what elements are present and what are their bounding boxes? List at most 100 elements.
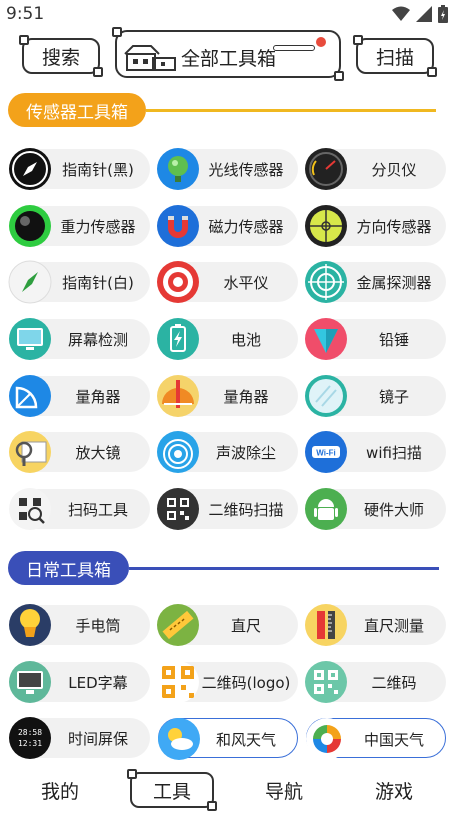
flashlight-icon: [9, 604, 51, 646]
tool-light-sensor[interactable]: 光线传感器: [157, 148, 298, 190]
tool-qr-scan[interactable]: 二维码扫描: [157, 488, 298, 530]
tool-label: 指南针(白): [62, 273, 134, 292]
tool-gravity-sensor[interactable]: 重力传感器: [9, 205, 150, 247]
tool-protractor-1[interactable]: 量角器: [9, 375, 150, 417]
tab-games[interactable]: 游戏: [352, 772, 436, 808]
wifi-icon: Wi-Fi: [305, 431, 347, 473]
scan-label: 扫描: [375, 46, 414, 69]
tool-label: 直尺测量: [363, 616, 424, 635]
tool-led-marquee[interactable]: LED字幕: [9, 661, 150, 703]
tool-plumb-bob[interactable]: 铅锤: [305, 318, 446, 360]
tab-tools[interactable]: 工具: [127, 769, 217, 811]
tool-label: 二维码扫描: [208, 500, 284, 519]
tool-decibel[interactable]: 分贝仪: [305, 148, 446, 190]
tool-label: 中国天气: [363, 730, 424, 749]
clock-screen-icon: 28:58 12:31: [9, 717, 51, 759]
tool-label: 指南针(黑): [62, 160, 134, 179]
tool-hardware-master[interactable]: 硬件大师: [305, 488, 446, 530]
qr-scan-icon: [9, 488, 51, 530]
mirror-icon: [305, 375, 347, 417]
tool-label: 量角器: [223, 387, 269, 406]
tool-sound-dust[interactable]: 声波除尘: [157, 431, 298, 473]
tool-label: 重力传感器: [60, 217, 136, 236]
ruler-measure-icon: [305, 604, 347, 646]
tool-compass-black[interactable]: 指南针(黑): [9, 148, 150, 190]
china-weather-icon: [306, 718, 348, 760]
tool-screen-test[interactable]: 屏幕检测: [9, 318, 150, 360]
tool-label: 硬件大师: [363, 500, 424, 519]
tool-qr-logo[interactable]: 二维码(logo): [157, 661, 298, 703]
svg-text:12:31: 12:31: [18, 739, 42, 748]
tool-label: 水平仪: [223, 273, 269, 292]
tool-label: 二维码(logo): [201, 673, 291, 692]
bottom-tab-bar: 我的 工具 导航 游戏: [0, 758, 458, 820]
protractor-orange-icon: [157, 375, 199, 417]
decibel-meter-icon: [305, 148, 347, 190]
compass-white-icon: [8, 260, 52, 304]
ruler-icon: [157, 604, 199, 646]
all-tools-button[interactable]: 全部工具箱: [112, 27, 344, 81]
tool-label: 二维码: [371, 673, 417, 692]
battery-icon: [157, 318, 199, 360]
tool-label: 磁力传感器: [208, 217, 284, 236]
wifi-signal-icon: [392, 6, 410, 21]
qr-generate-icon: [305, 661, 347, 703]
house-icon: [124, 45, 176, 71]
section-header-daily: 日常工具箱: [8, 551, 439, 585]
tool-label: 量角器: [75, 387, 121, 406]
radar-icon: [305, 261, 347, 303]
tab-navigation[interactable]: 导航: [242, 772, 326, 808]
svg-text:28:58: 28:58: [18, 728, 42, 737]
compass-black-icon: [9, 148, 51, 190]
tool-label: 镜子: [378, 387, 409, 406]
target-icon: [157, 261, 199, 303]
tool-hefeng-weather[interactable]: 和风天气: [158, 718, 298, 760]
tool-qr-generate[interactable]: 二维码: [305, 661, 446, 703]
tool-direction-sensor[interactable]: 方向传感器: [305, 205, 446, 247]
tool-battery[interactable]: 电池: [157, 318, 298, 360]
tool-ruler-measure[interactable]: 直尺测量: [305, 604, 446, 646]
tool-flashlight[interactable]: 手电筒: [9, 604, 150, 646]
search-button[interactable]: 搜索: [19, 35, 103, 77]
tool-compass-white[interactable]: 指南针(白): [8, 260, 150, 304]
section-header-sensors: 传感器工具箱: [8, 93, 436, 127]
tool-protractor-2[interactable]: 量角器: [157, 375, 298, 417]
tool-ruler[interactable]: 直尺: [157, 604, 298, 646]
all-tools-title: 全部工具箱: [181, 48, 277, 70]
tool-mirror[interactable]: 镜子: [305, 375, 446, 417]
tool-metal-detector[interactable]: 金属探测器: [305, 261, 446, 303]
tool-label: 扫码工具: [67, 500, 128, 519]
led-monitor-icon: [9, 661, 51, 703]
tool-label: LED字幕: [68, 673, 128, 692]
tool-label: 时间屏保: [67, 729, 128, 748]
tool-code-scan[interactable]: 扫码工具: [9, 488, 150, 530]
tool-label: 分贝仪: [371, 160, 417, 179]
sun-icon: [316, 37, 326, 47]
android-icon: [305, 488, 347, 530]
tool-label: 屏幕检测: [67, 330, 128, 349]
status-icons: [392, 5, 448, 23]
section-divider: [146, 108, 436, 112]
battery-status-icon: [438, 5, 448, 23]
tool-label: 电池: [230, 330, 261, 349]
gravity-sensor-icon: [9, 205, 51, 247]
tool-wifi-scan[interactable]: Wi-Fi wifi扫描: [305, 431, 446, 473]
qr-code-icon: [157, 488, 199, 530]
tool-magnet-sensor[interactable]: 磁力传感器: [157, 205, 298, 247]
title-decor-bar: [273, 45, 315, 51]
tool-label: 光线传感器: [208, 160, 284, 179]
tool-china-weather[interactable]: 中国天气: [306, 718, 446, 760]
magnifier-icon: [9, 431, 51, 473]
top-bar: 搜索 全部工具箱 扫描: [0, 27, 458, 81]
tool-magnifier[interactable]: 放大镜: [9, 431, 150, 473]
tool-clock-screensaver[interactable]: 28:58 12:31 时间屏保: [9, 717, 150, 759]
tool-spirit-level[interactable]: 水平仪: [157, 261, 298, 303]
monitor-icon: [9, 318, 51, 360]
tab-mine[interactable]: 我的: [18, 772, 102, 808]
tool-label: 铅锤: [378, 330, 409, 349]
scan-button[interactable]: 扫描: [353, 35, 437, 77]
tool-label: 直尺: [230, 616, 261, 635]
tool-label: 方向传感器: [356, 217, 432, 236]
protractor-blue-icon: [9, 375, 51, 417]
section-title-sensors: 传感器工具箱: [8, 93, 146, 127]
